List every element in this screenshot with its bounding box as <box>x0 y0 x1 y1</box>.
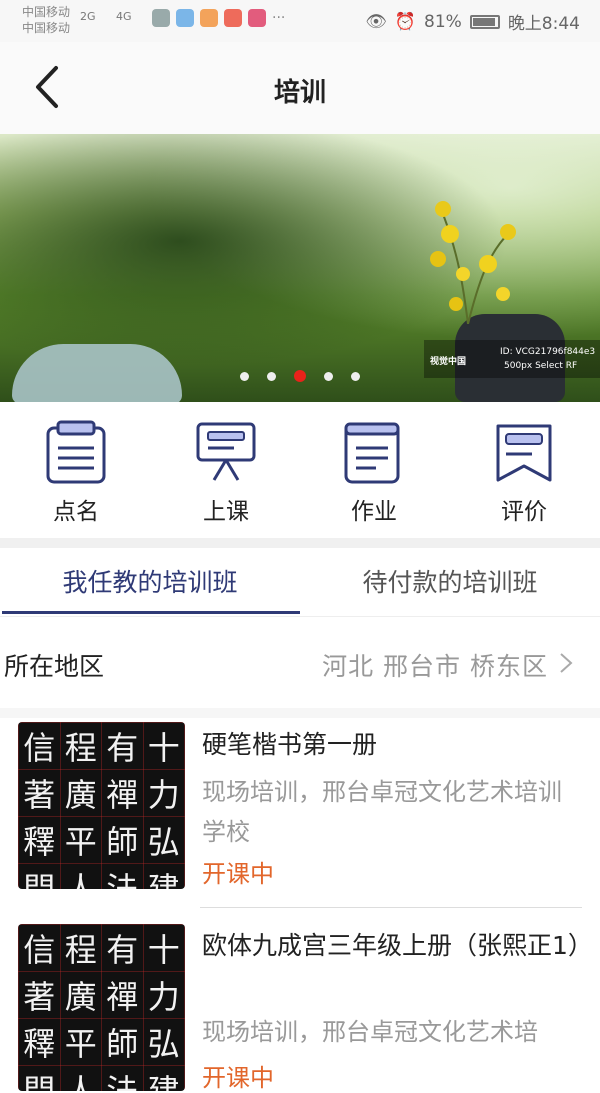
navigation-bar: 培训 <box>0 42 600 134</box>
carrier-info: 中国移动 中国移动 <box>22 4 70 36</box>
app-notification-icon <box>224 9 242 27</box>
region-selector[interactable]: 所在地区 河北 邢台市 桥东区 <box>0 616 600 709</box>
network-4g-label: 4G <box>116 10 132 23</box>
region-label: 所在地区 <box>4 652 105 681</box>
action-class[interactable]: 上课 <box>176 420 276 526</box>
battery-icon <box>469 14 500 29</box>
more-notifications-icon: ··· <box>272 10 286 26</box>
calligraphy-character: 法 <box>101 863 144 889</box>
tab-pending-payment[interactable]: 待付款的培训班 <box>300 548 600 614</box>
clipboard-list-icon <box>46 420 106 484</box>
calligraphy-character: 師 <box>101 1018 144 1066</box>
page-title: 培训 <box>273 78 326 108</box>
eye-icon: 👁 <box>365 11 387 32</box>
calligraphy-grid: 信程有十 著廣禪力 釋平師弘 門人法建 <box>18 722 185 889</box>
course-item[interactable]: 信程有十 著廣禪力 釋平師弘 門人法建 硬笔楷书第一册 现场培训，邢台卓冠文化艺… <box>0 718 600 908</box>
calligraphy-character: 平 <box>59 816 102 864</box>
calligraphy-character: 有 <box>101 722 144 770</box>
app-notification-icon <box>200 9 218 27</box>
app-notification-icon <box>152 9 170 27</box>
alarm-icon: ⏰ <box>394 11 417 32</box>
course-title: 硬笔楷书第一册 <box>202 730 378 759</box>
clock-time: 晚上8:44 <box>507 14 580 34</box>
battery-percent: 81% <box>424 11 462 32</box>
carousel-indicators <box>0 366 600 385</box>
active-tab-indicator <box>2 611 300 614</box>
calligraphy-character: 人 <box>59 1065 102 1091</box>
action-roll-call[interactable]: 点名 <box>26 420 126 526</box>
course-status: 开课中 <box>202 1064 274 1092</box>
tab-my-classes[interactable]: 我任教的培训班 <box>0 548 300 614</box>
calligraphy-character: 信 <box>18 924 61 972</box>
bookmark-icon <box>496 424 552 482</box>
status-right: 👁 ⏰ 81% 晚上8:44 <box>365 9 580 35</box>
calligraphy-grid: 信程有十 著廣禪力 釋平師弘 門人法建 <box>18 924 185 1091</box>
calligraphy-character: 弘 <box>142 816 185 864</box>
calligraphy-character: 力 <box>142 769 185 817</box>
calligraphy-character: 法 <box>101 1065 144 1091</box>
calligraphy-character: 弘 <box>142 1018 185 1066</box>
calligraphy-character: 廣 <box>59 769 102 817</box>
watermark-id: ID: VCG21796f844e3 <box>500 347 596 357</box>
section-divider <box>0 708 600 718</box>
calligraphy-character: 釋 <box>18 1018 61 1066</box>
calligraphy-character: 著 <box>18 971 61 1019</box>
action-label: 作业 <box>351 499 397 525</box>
calligraphy-character: 程 <box>59 722 102 770</box>
carrier-2: 中国移动 <box>22 21 71 35</box>
calligraphy-character: 平 <box>59 1018 102 1066</box>
region-value: 河北 邢台市 桥东区 <box>322 652 548 681</box>
app-notification-icon <box>176 9 194 27</box>
calligraphy-character: 程 <box>59 924 102 972</box>
course-item[interactable]: 信程有十 著廣禪力 釋平師弘 門人法建 欧体九成宫三年级上册（张熙正1） 现场培… <box>0 908 600 1092</box>
action-evaluation[interactable]: 评价 <box>474 420 574 526</box>
calligraphy-character: 信 <box>18 722 61 770</box>
calligraphy-character: 十 <box>142 924 185 972</box>
notification-icons: ··· <box>152 9 285 27</box>
carrier-1: 中国移动 <box>22 5 71 19</box>
presentation-board-icon <box>196 422 256 481</box>
calligraphy-character: 師 <box>101 816 144 864</box>
network-2g-label: 2G <box>80 10 96 23</box>
chevron-right-icon <box>560 653 573 673</box>
calligraphy-character: 禪 <box>101 769 144 817</box>
calligraphy-character: 禪 <box>101 971 144 1019</box>
carousel-dot[interactable] <box>267 372 276 381</box>
carousel-dot[interactable] <box>324 372 333 381</box>
course-description: 现场培训，邢台卓冠文化艺术培 <box>202 1018 538 1046</box>
course-thumbnail: 信程有十 著廣禪力 釋平師弘 門人法建 <box>18 924 185 1091</box>
course-thumbnail: 信程有十 著廣禪力 釋平師弘 門人法建 <box>18 722 185 889</box>
calligraphy-character: 力 <box>142 971 185 1019</box>
calligraphy-character: 廣 <box>59 971 102 1019</box>
action-label: 点名 <box>53 499 99 525</box>
course-title: 欧体九成宫三年级上册（张熙正1） <box>202 931 593 960</box>
status-bar: 中国移动 中国移动 2G 4G ··· 👁 ⏰ 81% 晚上8:44 <box>0 0 600 42</box>
tab-bar: 我任教的培训班 待付款的培训班 <box>0 548 600 616</box>
calligraphy-character: 門 <box>18 863 61 889</box>
calligraphy-character: 十 <box>142 722 185 770</box>
calligraphy-character: 有 <box>101 924 144 972</box>
calligraphy-character: 釋 <box>18 816 61 864</box>
calligraphy-character: 人 <box>59 863 102 889</box>
calligraphy-character: 建 <box>142 863 185 889</box>
calligraphy-character: 門 <box>18 1065 61 1091</box>
course-description: 现场培训，邢台卓冠文化艺术培训学校 <box>202 778 562 846</box>
calligraphy-character: 著 <box>18 769 61 817</box>
section-divider <box>0 538 600 548</box>
course-status: 开课中 <box>202 860 274 888</box>
quick-actions: 点名 上课 作业 评价 <box>0 402 600 538</box>
calligraphy-character: 建 <box>142 1065 185 1091</box>
carousel-dot[interactable] <box>351 372 360 381</box>
action-label: 上课 <box>203 499 249 525</box>
carousel-dot-active[interactable] <box>294 370 306 382</box>
banner-carousel[interactable]: 视觉中国 ID: VCG21796f844e3 500px Select RF <box>0 134 600 402</box>
action-label: 评价 <box>501 499 547 525</box>
action-homework[interactable]: 作业 <box>324 420 424 526</box>
document-icon <box>344 422 400 484</box>
carousel-dot[interactable] <box>240 372 249 381</box>
app-notification-icon <box>248 9 266 27</box>
flower-illustration <box>430 201 516 324</box>
